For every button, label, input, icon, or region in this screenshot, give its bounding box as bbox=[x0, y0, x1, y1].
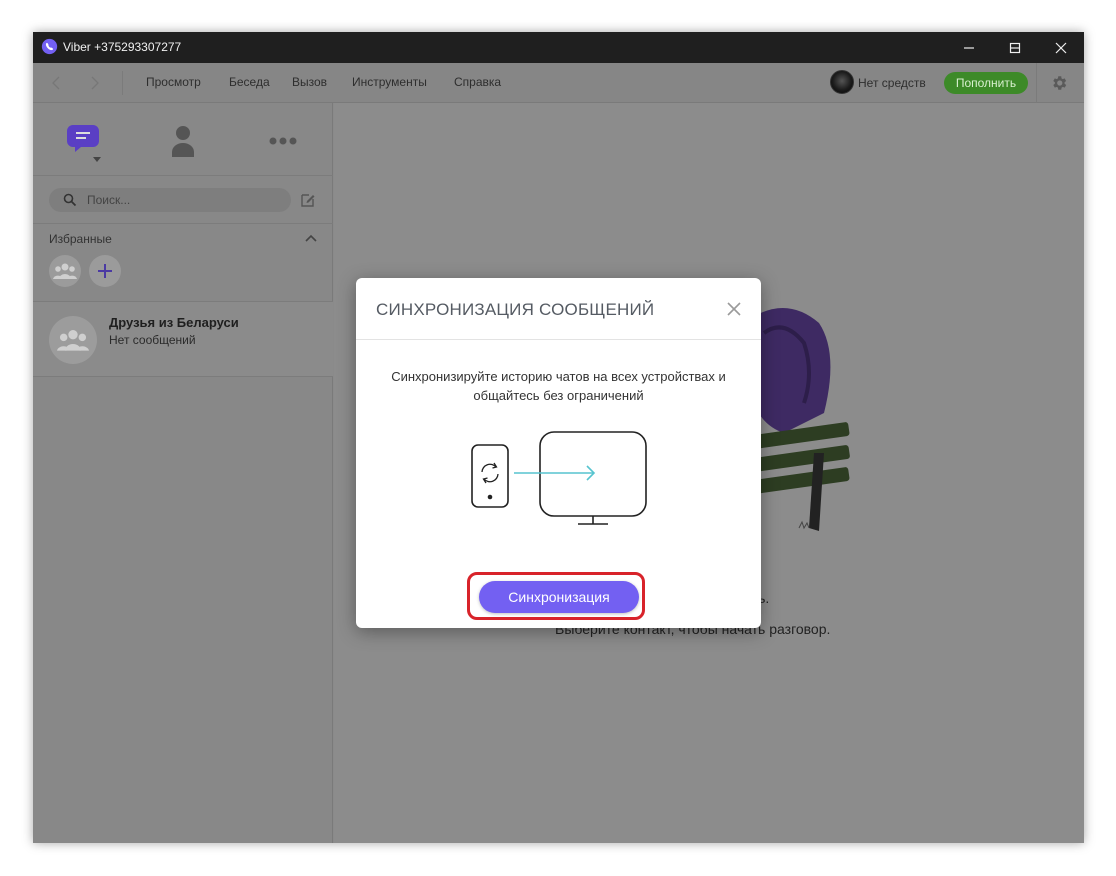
dialog-description: Синхронизируйте историю чатов на всех ус… bbox=[391, 369, 726, 403]
dialog-divider bbox=[356, 339, 761, 340]
more-icon bbox=[269, 137, 297, 145]
tab-more[interactable] bbox=[258, 121, 308, 161]
dialog-title: СИНХРОНИЗАЦИЯ СООБЩЕНИЙ bbox=[376, 300, 655, 319]
avatar bbox=[49, 316, 97, 364]
minimize-button[interactable] bbox=[946, 32, 992, 63]
favorite-group-avatar[interactable] bbox=[49, 255, 81, 287]
favorites-divider bbox=[33, 223, 333, 224]
maximize-button[interactable] bbox=[992, 32, 1038, 63]
back-button[interactable] bbox=[45, 73, 65, 93]
window-title: Viber +375293307277 bbox=[63, 40, 182, 54]
topup-button[interactable]: Пополнить bbox=[944, 72, 1028, 94]
menu-tools[interactable]: Инструменты bbox=[352, 75, 427, 89]
chat-subtitle: Нет сообщений bbox=[109, 333, 196, 347]
plus-icon bbox=[98, 264, 112, 278]
list-item[interactable]: Друзья из Беларуси Нет сообщений bbox=[33, 302, 333, 377]
minimize-icon bbox=[964, 46, 974, 49]
gear-icon bbox=[1053, 76, 1067, 90]
menu-call[interactable]: Вызов bbox=[292, 75, 327, 89]
close-icon[interactable] bbox=[726, 301, 742, 317]
chats-icon bbox=[67, 125, 101, 162]
search-icon bbox=[63, 193, 77, 207]
balance-avatar[interactable] bbox=[830, 70, 854, 94]
menu-bar: Просмотр Беседа Вызов Инструменты Справк… bbox=[33, 63, 1084, 103]
close-window-button[interactable] bbox=[1038, 32, 1084, 63]
tab-chats[interactable] bbox=[58, 121, 108, 162]
favorites-label: Избранные bbox=[49, 232, 112, 246]
sidebar: Избранные Друзья из Беларуси Не bbox=[33, 103, 333, 843]
title-bar: Viber +375293307277 bbox=[33, 32, 1084, 63]
tab-contacts[interactable] bbox=[158, 121, 208, 161]
menu-help[interactable]: Справка bbox=[454, 75, 501, 89]
forward-button[interactable] bbox=[85, 73, 105, 93]
maximize-icon bbox=[1009, 42, 1021, 53]
viber-logo-icon bbox=[41, 38, 58, 55]
gear-divider bbox=[1036, 63, 1037, 103]
compose-icon[interactable] bbox=[299, 191, 317, 209]
chevron-right-icon bbox=[91, 76, 99, 90]
group-icon bbox=[53, 263, 77, 279]
search-box[interactable] bbox=[49, 188, 291, 212]
add-favorite-button[interactable] bbox=[89, 255, 121, 287]
balance-text[interactable]: Нет средств bbox=[858, 76, 926, 90]
tabs-divider bbox=[33, 175, 333, 176]
settings-button[interactable] bbox=[1045, 69, 1073, 97]
close-icon bbox=[1055, 42, 1067, 53]
contacts-icon bbox=[172, 126, 194, 157]
menu-conversation[interactable]: Беседа bbox=[229, 75, 270, 89]
chevron-left-icon bbox=[51, 76, 59, 90]
sync-devices-illustration bbox=[471, 431, 647, 525]
search-input[interactable] bbox=[87, 191, 277, 209]
chevron-up-icon[interactable] bbox=[305, 233, 317, 243]
sync-dialog: СИНХРОНИЗАЦИЯ СООБЩЕНИЙ Синхронизируйте … bbox=[356, 278, 761, 628]
sync-button[interactable]: Синхронизация bbox=[479, 581, 639, 613]
group-icon bbox=[57, 330, 89, 351]
menu-view[interactable]: Просмотр bbox=[146, 75, 201, 89]
menu-divider bbox=[122, 71, 123, 95]
chat-name: Друзья из Беларуси bbox=[109, 315, 239, 330]
